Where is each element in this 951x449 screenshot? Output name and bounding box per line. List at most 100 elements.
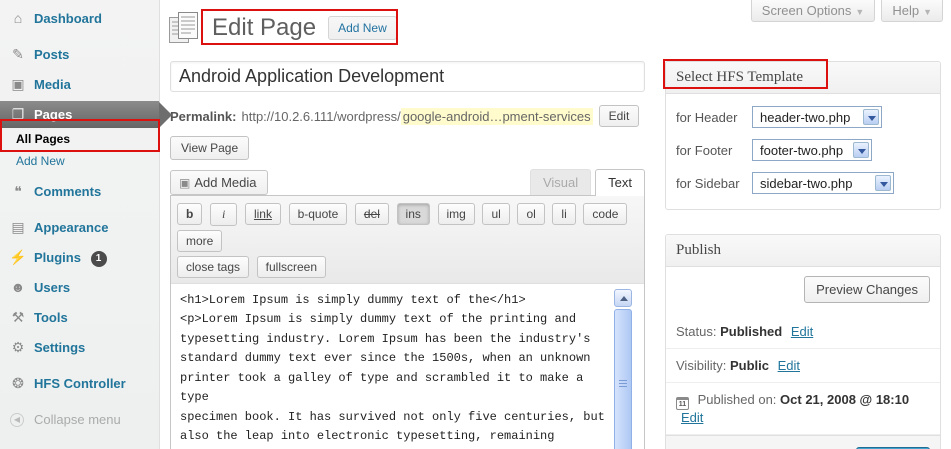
edit-status-link[interactable]: Edit	[791, 324, 813, 339]
sidebar-item-label: HFS Controller	[34, 376, 126, 391]
edit-published-link[interactable]: Edit	[681, 410, 703, 425]
blockquote-button[interactable]: b-quote	[288, 203, 348, 225]
sidebar-item-label: Settings	[34, 340, 86, 355]
preview-row: Preview Changes	[666, 267, 940, 315]
sidebar-item-add-new[interactable]: Add New	[0, 150, 159, 172]
preview-changes-button[interactable]: Preview Changes	[804, 276, 930, 303]
tab-text[interactable]: Text	[595, 169, 645, 196]
page-header: Edit Page Add New	[168, 8, 397, 48]
chevron-down-icon	[875, 175, 891, 191]
sidebar-item-hfs-controller[interactable]: ❂ HFS Controller	[0, 370, 159, 397]
header-template-select[interactable]: header-two.php	[752, 106, 882, 128]
sidebar-item-appearance[interactable]: ▤ Appearance	[0, 214, 159, 241]
publish-actions: Move to Trash Update	[666, 435, 940, 449]
close-tags-button[interactable]: close tags	[177, 256, 250, 278]
scrollbar-thumb[interactable]	[614, 309, 632, 449]
appearance-icon: ▤	[11, 219, 25, 235]
published-on-value: Oct 21, 2008 @ 18:10	[780, 392, 910, 407]
header-template-value: header-two.php	[760, 109, 851, 125]
header-template-label: for Header	[676, 109, 738, 125]
permalink-slug[interactable]: google-android…pment-services	[400, 107, 593, 125]
sidebar-template-value: sidebar-two.php	[760, 175, 853, 191]
del-button[interactable]: del	[354, 203, 389, 225]
gear-icon: ❂	[12, 375, 24, 391]
sidebar-item-label: Tools	[34, 310, 68, 325]
page-title-input[interactable]	[170, 61, 645, 92]
fullscreen-button[interactable]: fullscreen	[256, 256, 327, 278]
sidebar-item-tools[interactable]: ⚒ Tools	[0, 304, 159, 331]
visibility-value: Public	[729, 358, 769, 373]
sidebar-item-users[interactable]: ☻ Users	[0, 274, 159, 301]
plugins-icon: ⚡	[9, 249, 27, 265]
sidebar-item-media[interactable]: ▣ Media	[0, 71, 159, 98]
footer-template-row: for Footer footer-two.php	[676, 139, 930, 161]
collapse-menu-button[interactable]: ◀ Collapse menu	[0, 406, 159, 433]
edit-page-icon	[169, 12, 198, 43]
sidebar-item-label: Posts	[34, 47, 70, 62]
sidebar-item-all-pages[interactable]: All Pages	[0, 128, 159, 150]
hfs-template-box: Select HFS Template for Header header-tw…	[665, 61, 941, 210]
permalink-row: Permalink: http://10.2.6.111/wordpress/g…	[170, 105, 645, 127]
users-icon: ☻	[10, 279, 26, 295]
content-editor-area: <h1>Lorem Ipsum is simply dummy text of …	[171, 284, 644, 449]
sidebar-item-label: Comments	[34, 184, 102, 199]
status-label: Status:	[676, 324, 717, 339]
collapse-menu-label: Collapse menu	[34, 412, 121, 427]
editor-column: Permalink: http://10.2.6.111/wordpress/g…	[170, 61, 645, 449]
pages-icon: ❐	[11, 106, 25, 122]
link-button[interactable]: link	[244, 203, 281, 225]
sidebar-template-label: for Sidebar	[676, 175, 740, 191]
publish-box: Publish Preview Changes Status: Publishe…	[665, 234, 941, 449]
visibility-label: Visibility:	[676, 358, 727, 373]
permalink-label: Permalink:	[170, 108, 237, 124]
page-title: Edit Page	[212, 14, 317, 41]
chevron-down-icon	[853, 142, 869, 158]
right-column: Select HFS Template for Header header-tw…	[665, 61, 941, 449]
hfs-box-title: Select HFS Template	[666, 62, 940, 94]
content-textarea[interactable]: <h1>Lorem Ipsum is simply dummy text of …	[171, 284, 614, 449]
sidebar-item-posts[interactable]: ✎ Posts	[0, 41, 159, 68]
calendar-icon: 11	[676, 397, 689, 410]
view-page-button[interactable]: View Page	[170, 136, 250, 160]
media-icon: ▣	[179, 176, 191, 190]
ul-button[interactable]: ul	[482, 203, 510, 225]
li-button[interactable]: li	[552, 203, 576, 225]
status-value: Published	[720, 324, 783, 339]
ol-button[interactable]: ol	[517, 203, 545, 225]
topbar-buttons: Screen Options ▼ Help ▼	[750, 0, 943, 22]
footer-template-select[interactable]: footer-two.php	[752, 139, 872, 161]
edit-permalink-button[interactable]: Edit	[598, 105, 640, 127]
more-button[interactable]: more	[177, 230, 223, 252]
editor-container: b i link b-quote del ins img ul ol li co…	[170, 195, 645, 449]
sidebar-item-comments[interactable]: ❝ Comments	[0, 178, 159, 205]
italic-button[interactable]: i	[209, 203, 238, 226]
scroll-up-arrow-icon[interactable]	[614, 289, 632, 307]
screen-options-label: Screen Options	[761, 3, 852, 18]
publish-box-title: Publish	[666, 235, 940, 267]
help-label: Help	[892, 3, 920, 18]
chevron-down-icon: ▼	[855, 7, 865, 17]
collapse-arrow-icon: ◀	[10, 413, 24, 427]
editor-tabs: Visual Text	[526, 169, 645, 196]
settings-icon: ⚙	[11, 339, 25, 355]
screen-options-button[interactable]: Screen Options ▼	[750, 0, 876, 22]
bold-button[interactable]: b	[177, 203, 203, 225]
sidebar-template-select[interactable]: sidebar-two.php	[752, 172, 894, 194]
add-media-button[interactable]: ▣ Add Media	[170, 170, 268, 195]
sidebar-item-pages[interactable]: ❐ Pages	[0, 101, 172, 128]
help-button[interactable]: Help ▼	[881, 0, 943, 22]
media-icon: ▣	[11, 76, 25, 92]
edit-visibility-link[interactable]: Edit	[778, 358, 800, 373]
sidebar-item-settings[interactable]: ⚙ Settings	[0, 334, 159, 361]
ins-button[interactable]: ins	[396, 203, 430, 225]
editor-scrollbar[interactable]	[614, 289, 632, 449]
header-template-row: for Header header-two.php	[676, 106, 930, 128]
sidebar-item-label: Plugins	[34, 250, 81, 265]
img-button[interactable]: img	[437, 203, 475, 225]
sidebar-item-dashboard[interactable]: ⌂ Dashboard	[0, 5, 159, 32]
tab-visual[interactable]: Visual	[529, 169, 592, 195]
sidebar-item-label: Dashboard	[34, 11, 102, 26]
code-button[interactable]: code	[583, 203, 628, 225]
add-new-button[interactable]: Add New	[328, 16, 397, 40]
sidebar-item-plugins[interactable]: ⚡ Plugins 1	[0, 244, 159, 271]
